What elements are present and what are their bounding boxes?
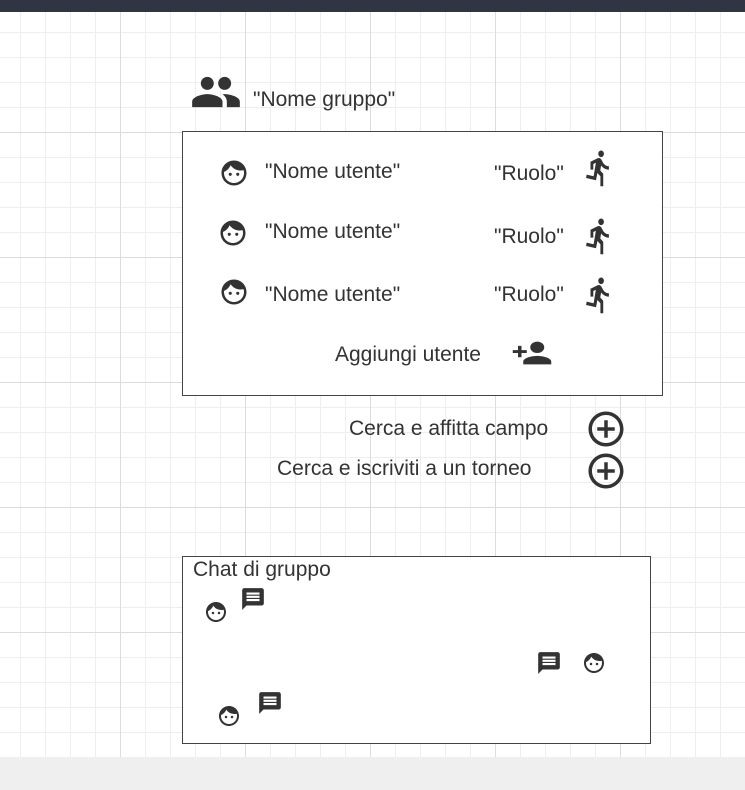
member-role: "Ruolo" (494, 283, 564, 306)
running-icon (582, 216, 616, 256)
add-circle-icon (585, 450, 627, 492)
member-name: "Nome utente" (265, 160, 401, 183)
running-icon (582, 275, 616, 315)
message-icon (536, 650, 562, 676)
face-icon (204, 600, 228, 624)
member-role: "Ruolo" (494, 162, 564, 185)
join-tournament-label: Cerca e iscriviti a un torneo (277, 457, 532, 480)
add-user-label: Aggiungi utente (335, 343, 481, 366)
top-bar (0, 0, 745, 12)
member-name: "Nome utente" (265, 220, 401, 243)
face-icon (219, 277, 249, 307)
chat-title: Chat di gruppo (193, 558, 331, 581)
rent-field-label: Cerca e affitta campo (349, 417, 549, 440)
member-role: "Ruolo" (494, 225, 564, 248)
group-chat-panel (182, 556, 651, 744)
face-icon (582, 651, 606, 675)
running-icon (582, 148, 616, 188)
face-icon (217, 704, 241, 728)
group-name: "Nome gruppo" (253, 88, 396, 111)
add-circle-icon (585, 408, 627, 450)
group-icon (190, 66, 242, 118)
message-icon (257, 690, 283, 716)
bottom-area (0, 757, 745, 790)
member-name: "Nome utente" (265, 283, 401, 306)
message-icon (240, 586, 266, 612)
face-icon (218, 218, 248, 248)
add-person-icon (511, 336, 553, 370)
face-icon (219, 158, 249, 188)
